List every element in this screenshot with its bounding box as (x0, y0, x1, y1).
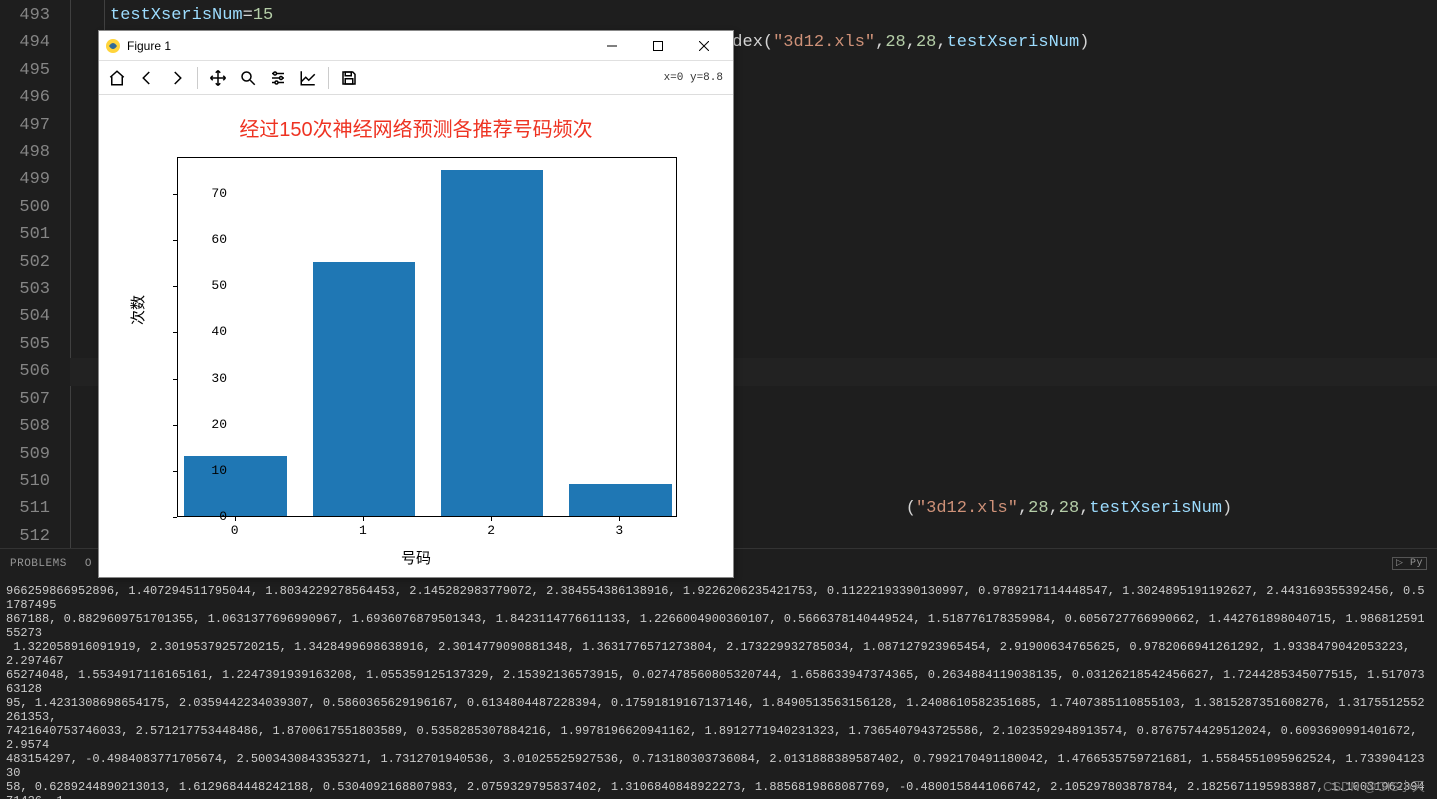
figure-toolbar: x=0 y=8.8 (99, 61, 733, 95)
line-number: 493 (0, 2, 70, 29)
y-tick-label: 20 (197, 417, 227, 432)
x-axis-label: 号码 (99, 547, 733, 568)
y-tick-label: 40 (197, 324, 227, 339)
figure-title: Figure 1 (127, 39, 171, 53)
line-number: 501 (0, 221, 70, 248)
maximize-button[interactable] (635, 31, 681, 61)
y-tick-label: 0 (197, 509, 227, 524)
y-tick-label: 10 (197, 463, 227, 478)
toolbar-separator (197, 67, 198, 89)
line-number: 511 (0, 495, 70, 522)
line-number: 497 (0, 112, 70, 139)
forward-icon[interactable] (163, 64, 191, 92)
back-icon[interactable] (133, 64, 161, 92)
line-number: 504 (0, 303, 70, 330)
line-number: 512 (0, 523, 70, 550)
zoom-icon[interactable] (234, 64, 262, 92)
line-number: 508 (0, 413, 70, 440)
cursor-readout: x=0 y=8.8 (664, 72, 729, 84)
line-number: 502 (0, 249, 70, 276)
line-number: 507 (0, 386, 70, 413)
line-number: 495 (0, 57, 70, 84)
plot-area[interactable]: 经过150次神经网络预测各推荐号码频次 个位012 次数 号码 01020304… (99, 95, 733, 577)
terminal-output[interactable]: 966259866952896, 1.407294511795044, 1.80… (0, 580, 1437, 799)
line-gutter: 4934944954964974984995005015025035045055… (0, 0, 70, 548)
app-icon (105, 38, 121, 54)
edit-axes-icon[interactable] (294, 64, 322, 92)
code-line[interactable]: testXserisNum=15 (70, 2, 1437, 29)
x-tick-label: 1 (353, 523, 373, 538)
y-tick-label: 50 (197, 278, 227, 293)
tab-problems[interactable]: PROBLEMS (10, 558, 67, 570)
line-number: 510 (0, 468, 70, 495)
y-tick-label: 30 (197, 371, 227, 386)
home-icon[interactable] (103, 64, 131, 92)
line-number: 494 (0, 29, 70, 56)
y-tick-label: 70 (197, 186, 227, 201)
minimize-button[interactable] (589, 31, 635, 61)
line-number: 496 (0, 84, 70, 111)
pan-icon[interactable] (204, 64, 232, 92)
figure-titlebar[interactable]: Figure 1 (99, 31, 733, 61)
close-button[interactable] (681, 31, 727, 61)
save-icon[interactable] (335, 64, 363, 92)
watermark: CSDN @GIS小天 (1323, 776, 1425, 795)
y-tick-label: 60 (197, 232, 227, 247)
chart-title: 经过150次神经网络预测各推荐号码频次 (99, 113, 733, 142)
line-number: 509 (0, 441, 70, 468)
x-tick-label: 2 (481, 523, 501, 538)
line-number: 506 (0, 358, 70, 385)
figure-window[interactable]: Figure 1 x=0 y=8.8 经过150次神经网络预测各推荐号码频次 个… (98, 30, 734, 578)
x-tick-label: 0 (225, 523, 245, 538)
configure-icon[interactable] (264, 64, 292, 92)
bar (441, 170, 544, 516)
line-number: 505 (0, 331, 70, 358)
toolbar-separator (328, 67, 329, 89)
y-axis-label: 次数 (127, 295, 148, 325)
bar (569, 484, 672, 516)
x-tick-label: 3 (609, 523, 629, 538)
python-tag[interactable]: ▷ Py (1392, 557, 1427, 570)
tab-output[interactable]: O (85, 558, 92, 570)
line-number: 498 (0, 139, 70, 166)
line-number: 500 (0, 194, 70, 221)
bar (313, 262, 416, 516)
axes (177, 157, 677, 517)
line-number: 503 (0, 276, 70, 303)
line-number: 499 (0, 166, 70, 193)
